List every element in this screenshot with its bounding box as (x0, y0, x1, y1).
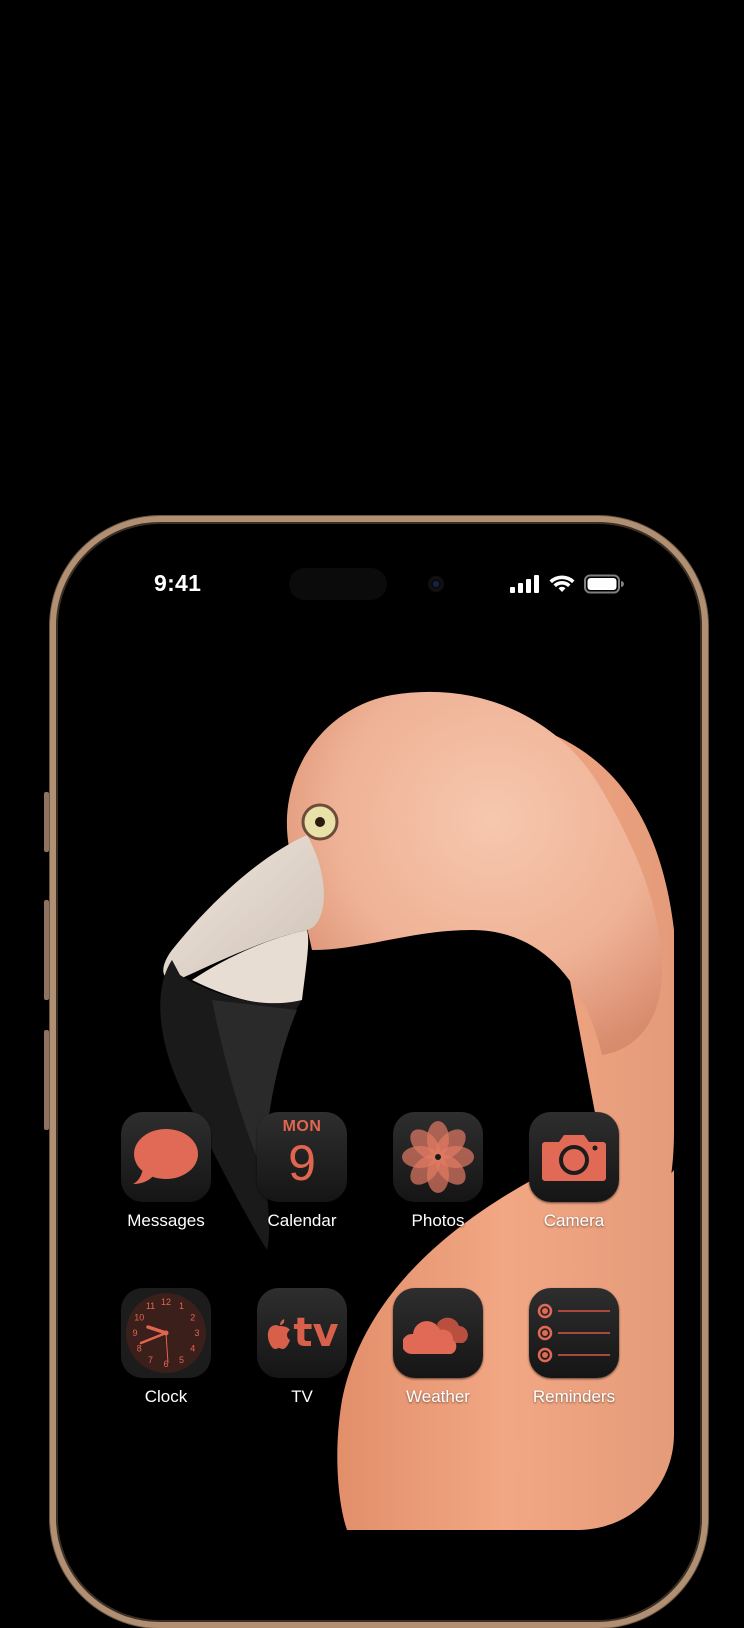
app-label: Camera (543, 1211, 605, 1230)
clock-dial-number: 7 (148, 1355, 153, 1365)
clock-dial-number: 9 (132, 1328, 137, 1338)
clock-dial-number: 12 (161, 1297, 171, 1307)
clock-dial-number: 11 (146, 1301, 155, 1311)
app-messages[interactable]: Messages (120, 1112, 212, 1231)
clock-icon[interactable]: 12 1 2 3 4 5 6 7 8 9 10 11 (121, 1288, 211, 1378)
battery-icon (584, 574, 624, 594)
status-icons (510, 574, 624, 594)
action-button[interactable] (44, 792, 49, 852)
apple-logo-icon (268, 1319, 291, 1349)
calendar-icon[interactable]: MON 9 (257, 1112, 347, 1202)
app-label: Photos (411, 1211, 465, 1230)
app-label: TV (291, 1387, 313, 1406)
clock-dial-number: 5 (179, 1355, 184, 1365)
clock-dial-number: 8 (137, 1344, 142, 1354)
status-time: 9:41 (154, 570, 202, 596)
app-clock[interactable]: 12 1 2 3 4 5 6 7 8 9 10 11 Clock (120, 1288, 212, 1407)
app-weather[interactable]: Weather (392, 1288, 484, 1407)
app-label: Messages (127, 1211, 205, 1230)
volume-down-button[interactable] (44, 1030, 49, 1130)
home-screen: 9:41 Messages MON 9 Calendar Photos Came… (62, 530, 674, 1530)
app-label: Clock (144, 1387, 188, 1406)
app-label: Reminders (532, 1387, 616, 1406)
clock-dial-number: 2 (190, 1313, 195, 1323)
app-camera[interactable]: Camera (528, 1112, 620, 1231)
photos-icon[interactable] (393, 1112, 483, 1202)
calendar-date: 9 (288, 1135, 316, 1191)
app-label: Weather (406, 1387, 470, 1406)
camera-icon[interactable] (529, 1112, 619, 1202)
volume-up-button[interactable] (44, 900, 49, 1000)
app-reminders[interactable]: Reminders (528, 1288, 620, 1407)
messages-icon[interactable] (121, 1112, 211, 1202)
tv-text: tv (293, 1310, 339, 1356)
weather-icon[interactable] (393, 1288, 483, 1378)
app-photos[interactable]: Photos (392, 1112, 484, 1231)
clock-dial-number: 3 (194, 1328, 199, 1338)
cellular-signal-icon (510, 575, 539, 593)
apple-tv-icon[interactable]: tv (257, 1288, 347, 1378)
reminders-icon[interactable] (529, 1288, 619, 1378)
app-grid: Messages MON 9 Calendar Photos Camera 12… (120, 1112, 620, 1407)
app-label: Calendar (267, 1211, 337, 1230)
wifi-icon (549, 574, 575, 592)
front-camera (428, 576, 444, 592)
clock-dial-number: 1 (179, 1301, 184, 1311)
app-tv[interactable]: tv TV (256, 1288, 348, 1407)
dynamic-island (289, 568, 387, 600)
clock-dial-number: 10 (134, 1313, 144, 1323)
clock-dial-number: 4 (190, 1344, 195, 1354)
app-calendar[interactable]: MON 9 Calendar (256, 1112, 348, 1231)
